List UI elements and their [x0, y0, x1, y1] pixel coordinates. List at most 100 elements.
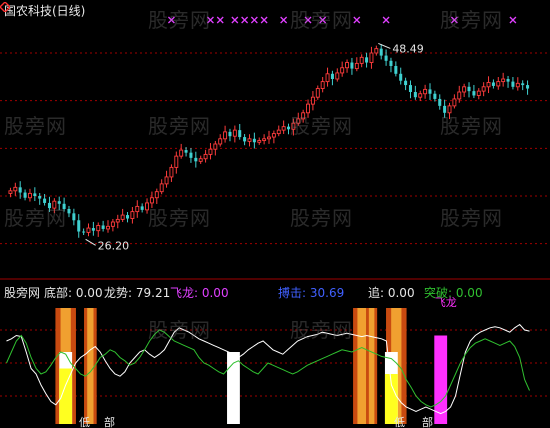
- candle-body: [130, 211, 135, 219]
- candle-body: [115, 218, 120, 223]
- candle-body: [23, 192, 27, 198]
- candle-body: [408, 85, 412, 92]
- signal-marker: [450, 16, 458, 24]
- signal-band-core: [357, 308, 367, 424]
- signal-marker: [280, 16, 288, 24]
- candle-body: [374, 48, 379, 54]
- low-pointer: [85, 238, 96, 246]
- candle-body: [154, 191, 159, 199]
- diamond-icon[interactable]: [0, 2, 10, 12]
- candle-body: [501, 78, 506, 83]
- candle-body: [106, 225, 110, 230]
- signal-bar: [434, 335, 448, 424]
- candle-body: [57, 201, 61, 204]
- candle-body: [159, 183, 164, 193]
- candle-body: [438, 98, 442, 106]
- candle-body: [18, 187, 22, 193]
- candle-body: [350, 62, 354, 69]
- candle-body: [467, 86, 471, 92]
- candle-body: [262, 138, 267, 141]
- candle-body: [252, 138, 256, 143]
- candle-body: [491, 82, 495, 86]
- candle-body: [394, 66, 398, 74]
- candle-body: [238, 130, 242, 138]
- candle-body: [213, 143, 218, 150]
- candle-body: [243, 137, 247, 142]
- candle-body: [271, 133, 276, 138]
- candle-body: [399, 73, 403, 81]
- legend-item: 底部: 0.00: [44, 286, 103, 300]
- candle-body: [481, 86, 486, 92]
- candle-body: [149, 197, 154, 204]
- candle-body: [472, 91, 476, 96]
- candle-body: [13, 186, 18, 192]
- candle-body: [404, 80, 408, 86]
- candle-body: [101, 225, 105, 229]
- candle-body: [179, 149, 184, 157]
- signal-marker: [216, 16, 224, 24]
- candle-body: [194, 157, 198, 162]
- bottom-label: 部: [104, 415, 115, 428]
- candle-body: [86, 227, 91, 233]
- candle-body: [96, 225, 101, 232]
- candle-body: [521, 83, 525, 86]
- legend-item: 搏击: 30.69: [278, 286, 345, 300]
- candle-body: [232, 129, 237, 137]
- high-pointer: [378, 43, 391, 49]
- candle-body: [140, 206, 144, 210]
- candle-body: [359, 56, 364, 64]
- signal-marker: [260, 16, 268, 24]
- candle-body: [389, 60, 393, 66]
- signal-band-core: [87, 308, 94, 424]
- candle-body: [287, 126, 291, 130]
- signal-marker: [509, 16, 517, 24]
- candle-body: [228, 131, 232, 137]
- candle-body: [340, 67, 345, 74]
- candle-body: [428, 89, 432, 94]
- candle-body: [457, 91, 462, 100]
- candle-body: [267, 136, 271, 140]
- bottom-label: 低: [394, 416, 405, 428]
- candle-body: [52, 200, 57, 209]
- candle-body: [72, 213, 76, 221]
- signal-marker: [304, 16, 312, 24]
- candle-body: [486, 82, 491, 88]
- legend-item: 突破: 0.00: [424, 286, 483, 300]
- candle-body: [276, 129, 281, 135]
- candle-body: [496, 81, 501, 87]
- candle-body: [184, 150, 188, 153]
- candle-body: [257, 140, 262, 143]
- signal-marker: [353, 16, 361, 24]
- signal-marker: [250, 16, 258, 24]
- signal-marker: [231, 16, 239, 24]
- candle-body: [43, 198, 47, 203]
- candle-body: [77, 220, 81, 232]
- candle-body: [223, 131, 228, 140]
- signal-marker: [382, 16, 390, 24]
- candle-body: [27, 192, 32, 199]
- candle-body: [301, 112, 306, 120]
- candle-body: [126, 215, 130, 219]
- candlestick-chart: 48.49 26.20: [0, 16, 550, 252]
- price-panel: 48.49 26.20 国农科技(日线): [0, 0, 550, 278]
- candle-body: [443, 105, 447, 113]
- candle-body: [110, 221, 115, 227]
- candle-body: [506, 79, 510, 82]
- signal-marker: [206, 16, 214, 24]
- candle-body: [91, 228, 95, 231]
- candle-body: [433, 93, 437, 99]
- candle-body: [208, 148, 213, 155]
- candle-body: [145, 202, 149, 211]
- candle-body: [418, 93, 423, 98]
- candle-body: [447, 105, 452, 114]
- legend-item: 龙势: 79.21: [104, 286, 171, 300]
- candle-body: [526, 85, 530, 89]
- signal-marker: [241, 16, 249, 24]
- candle-body: [164, 176, 169, 185]
- candle-body: [203, 153, 208, 160]
- candle-body: [306, 103, 310, 114]
- candle-body: [345, 62, 350, 69]
- candle-body: [384, 55, 388, 61]
- candle-body: [189, 152, 193, 158]
- candle-body: [82, 231, 86, 233]
